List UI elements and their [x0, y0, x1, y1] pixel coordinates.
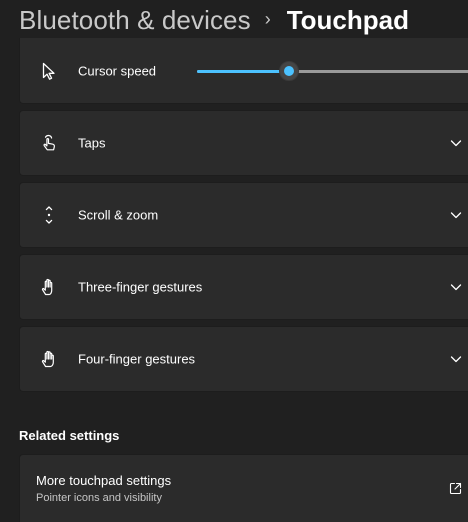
cursor-speed-card: Cursor speed: [19, 38, 468, 104]
scroll-arrows-icon: [39, 205, 59, 225]
slider-track-fill: [197, 69, 290, 73]
page-title: Touchpad: [286, 4, 409, 35]
more-touchpad-settings-subtitle: Pointer icons and visibility: [36, 492, 162, 504]
taps-card[interactable]: Taps: [19, 110, 468, 176]
breadcrumb-parent[interactable]: Bluetooth & devices: [19, 5, 251, 36]
three-finger-hand-icon: [39, 277, 59, 297]
slider-thumb[interactable]: [279, 60, 300, 81]
more-touchpad-settings-title: More touchpad settings: [36, 473, 172, 488]
chevron-down-icon[interactable]: [450, 353, 462, 365]
three-finger-gestures-card[interactable]: Three-finger gestures: [19, 254, 468, 320]
breadcrumb: Bluetooth & devices › Touchpad: [19, 2, 409, 38]
taps-label: Taps: [78, 135, 106, 151]
chevron-down-icon[interactable]: [450, 209, 462, 221]
three-finger-gestures-label: Three-finger gestures: [78, 279, 203, 295]
tap-hand-icon: [39, 133, 59, 153]
open-external-icon[interactable]: [449, 482, 462, 495]
chevron-down-icon[interactable]: [450, 137, 462, 149]
scroll-zoom-card[interactable]: Scroll & zoom: [19, 182, 468, 248]
four-finger-hand-icon: [39, 349, 59, 369]
chevron-down-icon[interactable]: [450, 281, 462, 293]
four-finger-gestures-card[interactable]: Four-finger gestures: [19, 326, 468, 392]
more-touchpad-settings-link[interactable]: More touchpad settings Pointer icons and…: [19, 454, 468, 522]
settings-page: Bluetooth & devices › Touchpad Cursor sp…: [0, 0, 468, 522]
scroll-zoom-label: Scroll & zoom: [78, 207, 159, 223]
cursor-speed-slider[interactable]: [197, 60, 468, 81]
breadcrumb-separator: ›: [264, 8, 271, 29]
related-settings-heading: Related settings: [19, 428, 120, 443]
cursor-speed-label: Cursor speed: [78, 63, 157, 78]
cursor-arrow-icon: [39, 61, 59, 81]
four-finger-gestures-label: Four-finger gestures: [78, 351, 196, 367]
